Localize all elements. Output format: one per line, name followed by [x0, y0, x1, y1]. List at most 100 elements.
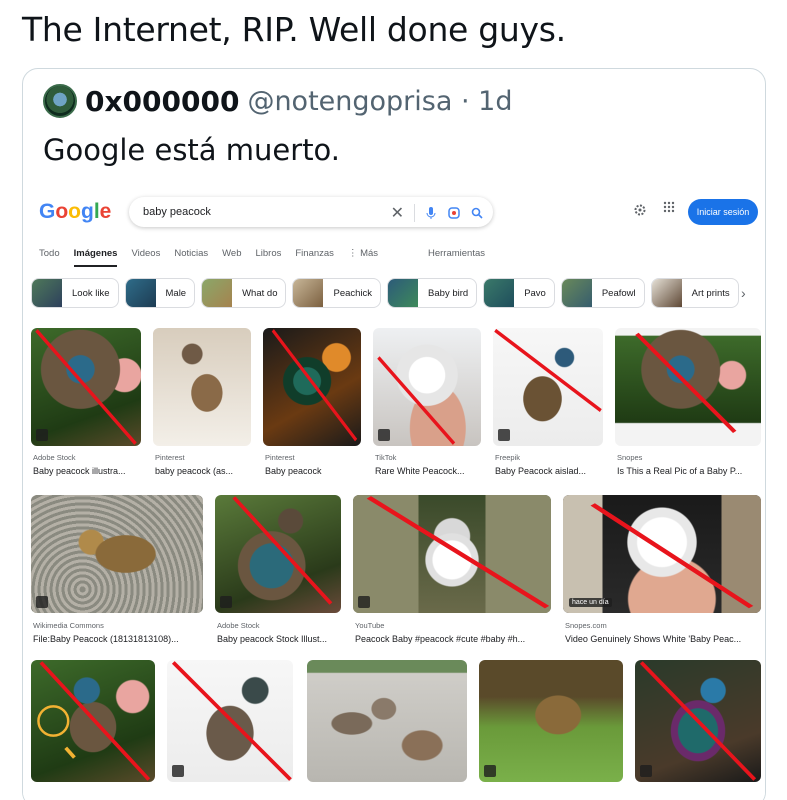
divider [414, 204, 415, 222]
tab-finanzas[interactable]: Finanzas [295, 248, 334, 267]
chip-what-do[interactable]: What do [201, 278, 287, 308]
search-input[interactable] [143, 206, 363, 218]
result-caption[interactable]: File:Baby Peacock (18131813108)... [33, 634, 205, 644]
result-caption[interactable]: Rare White Peacock... [375, 466, 483, 476]
image-result[interactable] [263, 328, 361, 446]
image-result[interactable] [31, 495, 203, 613]
result-source: Adobe Stock [217, 621, 260, 630]
tab-libros[interactable]: Libros [256, 248, 282, 267]
result-caption[interactable]: Baby peacock illustra... [33, 466, 141, 476]
image-result[interactable] [153, 328, 251, 446]
chevron-right-icon[interactable]: › [741, 285, 746, 301]
result-caption[interactable]: Baby peacock [265, 466, 363, 476]
chip-baby-bird[interactable]: Baby bird [387, 278, 478, 308]
result-caption[interactable]: Baby Peacock aislad... [495, 466, 605, 476]
chip-male[interactable]: Male [124, 278, 196, 308]
image-result[interactable] [479, 660, 623, 782]
chip-art-prints[interactable]: Art prints [650, 278, 739, 308]
result-source: Wikimedia Commons [33, 621, 104, 630]
quoted-tweet[interactable]: 0x000000 @notengoprisa · 1d Google está … [22, 68, 766, 800]
chip-thumbnail [125, 279, 156, 307]
tab-noticias[interactable]: Noticias [174, 248, 208, 267]
red-strike-line [635, 332, 737, 433]
image-result[interactable] [167, 660, 293, 782]
chip-pavo[interactable]: Pavo [483, 278, 555, 308]
red-strike-line [37, 661, 151, 781]
tools-button[interactable]: Herramientas [428, 248, 485, 259]
red-strike-line [494, 328, 602, 413]
image-badge-icon [498, 429, 510, 441]
image-result[interactable] [635, 660, 761, 782]
image-result[interactable] [215, 495, 341, 613]
quoted-tweet-text: Google está muerto. [43, 133, 341, 167]
result-source: Pinterest [265, 453, 295, 462]
red-strike-line [377, 356, 456, 445]
sign-in-button[interactable]: Iniciar sesión [688, 199, 758, 225]
result-source: Pinterest [155, 453, 185, 462]
microphone-icon[interactable] [425, 206, 437, 220]
red-strike-line [35, 329, 137, 445]
result-source: Snopes.com [565, 621, 607, 630]
image-result[interactable]: hace un día [563, 495, 761, 613]
result-source: Adobe Stock [33, 453, 76, 462]
image-badge-icon [220, 596, 232, 608]
image-badge-icon [36, 429, 48, 441]
red-strike-line [171, 661, 292, 781]
red-strike-line [271, 329, 358, 442]
tab-web[interactable]: Web [222, 248, 241, 267]
tab-imagenes[interactable]: Imágenes [73, 248, 118, 267]
play-icon [358, 596, 370, 608]
author-handle: @notengoprisa · 1d [247, 85, 513, 117]
tab-videos[interactable]: Videos [131, 248, 160, 267]
chip-thumbnail [32, 279, 62, 307]
author-name[interactable]: 0x000000 [85, 85, 239, 118]
image-result[interactable] [615, 328, 761, 446]
chip-thumbnail [388, 279, 419, 307]
image-result[interactable] [307, 660, 467, 782]
tab-todo[interactable]: Todo [39, 248, 60, 267]
time-badge: hace un día [569, 598, 612, 607]
red-strike-line [366, 496, 550, 609]
chip-thumbnail [293, 279, 324, 307]
apps-grid-icon[interactable] [663, 201, 675, 213]
filter-chips: Look like Male What do Peachick Baby bir… [31, 278, 739, 308]
search-tabs: Todo Imágenes Videos Noticias Web Libros… [39, 248, 378, 267]
chip-thumbnail [484, 279, 515, 307]
tab-mas[interactable]: ⋮ Más [348, 248, 378, 267]
clear-icon[interactable]: ✕ [391, 203, 404, 223]
google-logo: Google [39, 200, 112, 223]
red-strike-line [232, 496, 333, 605]
search-bar[interactable]: ✕ [129, 197, 493, 227]
chip-peachick[interactable]: Peachick [292, 278, 382, 308]
chip-thumbnail [202, 279, 233, 307]
result-source: Snopes [617, 453, 643, 462]
chip-peafowl[interactable]: Peafowl [560, 278, 645, 308]
lens-icon[interactable] [447, 206, 461, 220]
red-strike-line [639, 661, 757, 781]
result-source: TikTok [375, 453, 397, 462]
chip-look-like[interactable]: Look like [31, 278, 119, 308]
image-result[interactable] [493, 328, 603, 446]
image-result[interactable] [31, 660, 155, 782]
result-source: YouTube [355, 621, 385, 630]
avatar[interactable] [43, 84, 77, 118]
search-icon[interactable] [471, 207, 483, 219]
image-result[interactable] [373, 328, 481, 446]
image-badge-icon [172, 765, 184, 777]
gear-icon[interactable] [633, 203, 647, 217]
image-badge-icon [640, 765, 652, 777]
result-caption[interactable]: baby peacock (as... [155, 466, 253, 476]
image-result[interactable] [353, 495, 551, 613]
post-text: The Internet, RIP. Well done guys. [22, 10, 566, 49]
result-caption[interactable]: Video Genuinely Shows White 'Baby Peac..… [565, 634, 763, 644]
google-screenshot[interactable]: Google ✕ Iniciar sesión Todo Imágenes Vi… [23, 185, 765, 800]
image-badge-icon [484, 765, 496, 777]
red-strike-line [590, 503, 754, 609]
image-result[interactable] [31, 328, 141, 446]
result-caption[interactable]: Peacock Baby #peacock #cute #baby #h... [355, 634, 553, 644]
image-badge-icon [36, 596, 48, 608]
result-source: Freepik [495, 453, 521, 462]
quoted-tweet-header: 0x000000 @notengoprisa · 1d [43, 83, 512, 119]
result-caption[interactable]: Baby peacock Stock Illust... [217, 634, 343, 644]
result-caption[interactable]: Is This a Real Pic of a Baby P... [617, 466, 763, 476]
